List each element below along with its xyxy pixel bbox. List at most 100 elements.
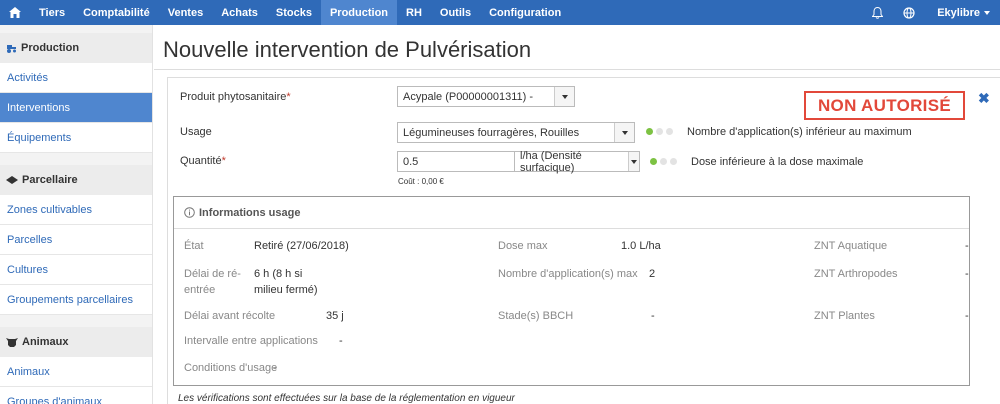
intervalle-label: Intervalle entre applications: [184, 335, 318, 347]
quantity-unit-toggle[interactable]: [628, 152, 639, 171]
sidebar-section-parcellaire: Parcellaire: [0, 165, 152, 195]
main-content: Nouvelle intervention de Pulvérisation P…: [154, 25, 1000, 404]
sidebar-spacer: [0, 25, 152, 33]
znt-aquatique-label: ZNT Aquatique: [814, 240, 888, 252]
dose-max-label: Dose max: [498, 240, 548, 252]
quantity-input[interactable]: 0.5: [397, 151, 515, 172]
znt-arthropodes-value: -: [965, 268, 969, 280]
title-divider: [154, 69, 1000, 70]
cost-text: Coût : 0,00 €: [398, 177, 444, 186]
sidebar-item-interventions[interactable]: Interventions: [0, 93, 152, 123]
znt-arthropodes-label: ZNT Arthropodes: [814, 268, 898, 280]
regulation-note: Les vérifications sont effectuées sur la…: [178, 393, 515, 404]
delai-reentree-label: Délai de ré-entrée: [184, 268, 241, 296]
product-select-value: Acypale (P00000001311) -: [403, 90, 534, 103]
required-marker: *: [286, 91, 291, 103]
sidebar-section-production: Production: [0, 33, 152, 63]
sidebar: Production Activités Interventions Équip…: [0, 25, 153, 404]
nav-stocks[interactable]: Stocks: [267, 0, 321, 25]
chevron-down-icon: [621, 130, 628, 135]
nb-app-label: Nombre d'application(s) max: [498, 268, 638, 280]
sidebar-section-animaux: Animaux: [0, 327, 152, 357]
etat-value: Retiré (27/06/2018): [254, 240, 349, 252]
sidebar-item-equipements[interactable]: Équipements: [0, 123, 152, 153]
nav-outils[interactable]: Outils: [431, 0, 480, 25]
bell-icon[interactable]: [863, 0, 891, 25]
znt-plantes-label: ZNT Plantes: [814, 310, 875, 322]
quantity-label-text: Quantité: [180, 155, 222, 167]
globe-icon[interactable]: [895, 0, 923, 25]
usage-info-box: Informations usage État Retiré (27/06/20…: [173, 196, 970, 386]
user-menu[interactable]: Ekylibre: [923, 0, 1000, 25]
nav-configuration[interactable]: Configuration: [480, 0, 570, 25]
znt-plantes-value: -: [965, 310, 969, 322]
sidebar-item-animaux[interactable]: Animaux: [0, 357, 152, 387]
product-select[interactable]: Acypale (P00000001311) -: [397, 86, 575, 107]
status-dot: [670, 158, 677, 165]
conditions-label: Conditions d'usage: [184, 362, 278, 374]
usage-select-value: Légumineuses fourragères, Rouilles: [403, 126, 580, 139]
bbch-label: Stade(s) BBCH: [498, 310, 574, 322]
znt-aquatique-value: -: [965, 240, 969, 252]
tractor-icon: [7, 45, 16, 53]
top-navbar: Tiers Comptabilité Ventes Achats Stocks …: [0, 0, 1000, 25]
quantity-unit-value: l/ha (Densité surfacique): [520, 149, 582, 174]
status-dot: [660, 158, 667, 165]
cow-icon: [6, 338, 18, 347]
nav-achats[interactable]: Achats: [212, 0, 267, 25]
nav-comptabilite[interactable]: Comptabilité: [74, 0, 159, 25]
delai-recolte-label: Délai avant récolte: [184, 310, 276, 322]
chevron-down-icon: [984, 10, 990, 15]
sidebar-item-parcelles[interactable]: Parcelles: [0, 225, 152, 255]
field-icon: [6, 176, 18, 184]
nav-ventes[interactable]: Ventes: [159, 0, 212, 25]
status-dot-ok: [646, 128, 653, 135]
nav-rh[interactable]: RH: [397, 0, 431, 25]
delai-recolte-value: 35 j: [326, 310, 344, 322]
user-name: Ekylibre: [937, 6, 980, 19]
delai-reentree-value: 6 h (8 h si milieu fermé): [254, 268, 318, 296]
usage-check-indicator: [646, 128, 673, 135]
intervalle-value: -: [339, 335, 343, 347]
sidebar-section-title: Parcellaire: [22, 174, 78, 186]
nav-tiers[interactable]: Tiers: [30, 0, 74, 25]
conditions-value: -: [273, 362, 277, 374]
chevron-down-icon: [631, 159, 637, 164]
sidebar-item-activites[interactable]: Activités: [0, 63, 152, 93]
sidebar-item-groupements-parcellaires[interactable]: Groupements parcellaires: [0, 285, 152, 315]
status-dot-ok: [650, 158, 657, 165]
home-icon[interactable]: [0, 0, 30, 25]
product-label: Produit phytosanitaire*: [180, 91, 291, 103]
usage-label: Usage: [180, 126, 212, 138]
usage-info-header: Informations usage: [174, 197, 969, 229]
etat-label: État: [184, 240, 204, 252]
page-title: Nouvelle intervention de Pulvérisation: [163, 37, 532, 62]
info-icon: [184, 207, 195, 218]
sidebar-section-title: Animaux: [22, 336, 69, 348]
usage-select-toggle[interactable]: [614, 123, 634, 142]
dose-max-value: 1.0 L/ha: [621, 240, 661, 252]
product-select-toggle[interactable]: [554, 87, 574, 106]
quantity-check-indicator: [650, 158, 677, 165]
nav-production[interactable]: Production: [320, 0, 398, 25]
nb-app-value: 2: [649, 268, 656, 280]
product-label-text: Produit phytosanitaire: [180, 91, 287, 103]
quantity-check-text: Dose inférieure à la dose maximale: [691, 156, 864, 168]
quantity-unit-select[interactable]: l/ha (Densité surfacique): [514, 149, 640, 174]
intervention-form-panel: Produit phytosanitaire* Acypale (P000000…: [167, 77, 1000, 404]
sidebar-item-groupes-animaux[interactable]: Groupes d'animaux: [0, 387, 152, 404]
chevron-down-icon: [561, 94, 568, 99]
required-marker: *: [221, 155, 226, 167]
sidebar-item-cultures[interactable]: Cultures: [0, 255, 152, 285]
status-dot: [666, 128, 673, 135]
status-badge: NON AUTORISÉ: [804, 91, 965, 120]
close-icon[interactable]: ✖: [978, 90, 990, 107]
sidebar-spacer: [0, 315, 152, 327]
sidebar-item-zones-cultivables[interactable]: Zones cultivables: [0, 195, 152, 225]
sidebar-section-title: Production: [21, 42, 80, 54]
usage-check-text: Nombre d'application(s) inférieur au max…: [687, 126, 912, 138]
quantity-label: Quantité*: [180, 155, 226, 167]
usage-select[interactable]: Légumineuses fourragères, Rouilles: [397, 122, 635, 143]
usage-info-title: Informations usage: [199, 206, 301, 219]
status-dot: [656, 128, 663, 135]
